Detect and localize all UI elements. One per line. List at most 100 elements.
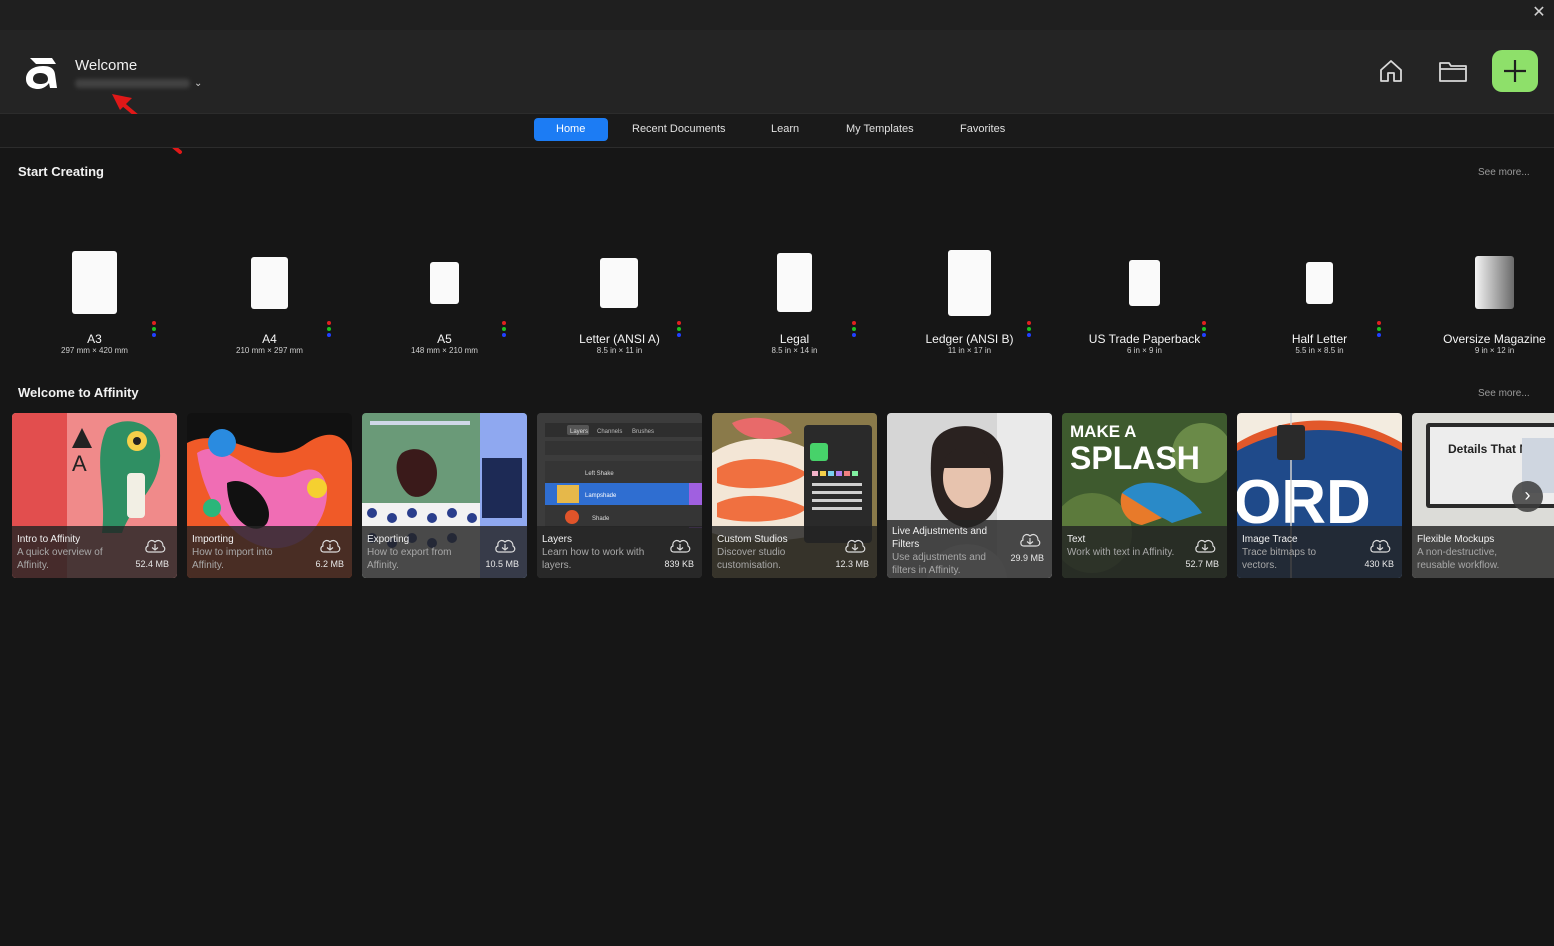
tab-recent-documents[interactable]: Recent Documents (610, 118, 748, 141)
tutorial-card-layers[interactable]: Layers Channels Brushes Left Shake Lamps… (537, 413, 702, 578)
tutorial-card-importing[interactable]: Importing How to import into Affinity. 6… (187, 413, 352, 578)
card-description: Use adjustments and filters in Affinity. (892, 552, 986, 576)
card-description: Work with text in Affinity. (1067, 547, 1175, 558)
preset-a3[interactable]: A3 297 mm × 420 mm (7, 240, 182, 360)
card-title: Importing (192, 534, 234, 545)
account-name-blurred (75, 79, 190, 88)
tutorial-card-image-trace[interactable]: ORD Image Trace Trace bitmaps to vectors… (1237, 413, 1402, 578)
preset-name: Letter (ANSI A) (579, 332, 660, 346)
card-title: Live Adjustments and Filters (892, 526, 988, 550)
open-folder-button[interactable] (1430, 50, 1476, 92)
preset-name: Half Letter (1291, 332, 1348, 346)
tab-bar: Home Recent Documents Learn My Templates… (0, 114, 1554, 148)
card-title: Exporting (367, 534, 410, 545)
page-thumbnail (777, 253, 812, 312)
download-size: 52.7 MB (1185, 559, 1219, 569)
layers-tab-label: Layers (570, 429, 588, 435)
card-info-panel: Text Work with text in Affinity. 52.7 MB (1062, 526, 1227, 578)
card-title: Text (1067, 534, 1086, 545)
preset-dims: 9 in × 12 in (1474, 346, 1515, 355)
preset-ledger-ansi-b[interactable]: Ledger (ANSI B) 11 in × 17 in (882, 240, 1057, 360)
cloud-download-icon[interactable] (1193, 538, 1217, 554)
affinity-logo (26, 58, 57, 89)
preset-us-trade-paperback[interactable]: US Trade Paperback 6 in × 9 in (1057, 240, 1232, 360)
page-thumbnail (948, 250, 991, 316)
page-thumbnail (600, 258, 638, 308)
card-title: Flexible Mockups (1417, 534, 1495, 545)
cloud-download-icon[interactable] (1368, 538, 1392, 554)
download-size: 29.9 MB (1010, 553, 1044, 563)
page-thumbnail (1306, 262, 1333, 304)
cloud-download-icon[interactable] (668, 538, 692, 554)
download-size: 12.3 MB (835, 559, 869, 569)
card-info-panel: Live Adjustments and Filters Use adjustm… (887, 520, 1052, 578)
card-info-panel: Intro to Affinity A quick overview of Af… (12, 526, 177, 578)
layer-row-label: Lampshade (585, 493, 617, 499)
card-description: Trace bitmaps to vectors. (1242, 547, 1317, 571)
cloud-download-icon[interactable] (143, 538, 167, 554)
preset-name: Legal (779, 332, 810, 346)
chevron-right-icon: › (1524, 485, 1531, 505)
preset-a4[interactable]: A4 210 mm × 297 mm (182, 240, 357, 360)
preset-dims: 8.5 in × 14 in (771, 346, 818, 355)
download-size: 839 KB (664, 559, 694, 569)
tab-my-templates[interactable]: My Templates (824, 118, 936, 141)
start-creating-see-more-link[interactable]: See more... (1478, 167, 1530, 178)
layer-row-label: Left Shake (585, 471, 614, 477)
card-info-panel: Image Trace Trace bitmaps to vectors. 43… (1237, 526, 1402, 578)
preset-dims: 210 mm × 297 mm (236, 346, 303, 355)
brushes-tab-label: Brushes (632, 429, 654, 435)
layer-row-label: Shade (592, 516, 610, 522)
page-thumbnail (72, 251, 117, 314)
tutorial-card-text[interactable]: MAKE A SPLASH Text Work with text in Aff… (1062, 413, 1227, 578)
download-size: 430 KB (1364, 559, 1394, 569)
preset-letter-ansi-a[interactable]: Letter (ANSI A) 8.5 in × 11 in (532, 240, 707, 360)
home-button[interactable] (1368, 50, 1414, 92)
card-title: Image Trace (1242, 534, 1298, 545)
card-info-panel: Exporting How to export from Affinity. 1… (362, 526, 527, 578)
home-icon (1380, 60, 1402, 82)
card-info-panel: Custom Studios Discover studio customisa… (712, 526, 877, 578)
tutorial-card-custom-studios[interactable]: Custom Studios Discover studio customisa… (712, 413, 877, 578)
preset-dims: 297 mm × 420 mm (61, 346, 128, 355)
chevron-down-icon[interactable]: ⌄ (194, 78, 202, 89)
card-description: A non-destructive, reusable workflow. (1417, 547, 1500, 571)
download-size: 10.5 MB (485, 559, 519, 569)
page-thumbnail (1475, 256, 1514, 309)
tab-learn[interactable]: Learn (749, 118, 821, 141)
preset-oversize-magazine[interactable]: Oversize Magazine 9 in × 12 in (1407, 240, 1554, 360)
card-description: A quick overview of Affinity. (17, 547, 103, 571)
card-title: Intro to Affinity (17, 534, 81, 545)
preset-dims: 11 in × 17 in (947, 346, 992, 355)
preset-dims: 8.5 in × 11 in (596, 346, 643, 355)
card-title: Layers (542, 534, 573, 545)
splash-line2: SPLASH (1070, 440, 1200, 476)
tutorial-card-live-adjustments[interactable]: Live Adjustments and Filters Use adjustm… (887, 413, 1052, 578)
preset-legal[interactable]: Legal 8.5 in × 14 in (707, 240, 882, 360)
preset-name: Ledger (ANSI B) (925, 332, 1014, 346)
page-thumbnail (1129, 260, 1160, 306)
preset-dims: 5.5 in × 8.5 in (1295, 346, 1344, 355)
preset-a5[interactable]: A5 148 mm × 210 mm (357, 240, 532, 360)
cloud-download-icon[interactable] (493, 538, 517, 554)
close-icon[interactable]: ✕ (1530, 4, 1548, 22)
tutorial-card-intro[interactable]: A Intro to Affinity A quick overview of … (12, 413, 177, 578)
cloud-download-icon[interactable] (1018, 532, 1042, 548)
card-description: Discover studio customisation. (717, 547, 786, 571)
tab-home[interactable]: Home (534, 118, 608, 141)
preset-half-letter[interactable]: Half Letter 5.5 in × 8.5 in (1232, 240, 1407, 360)
cloud-download-icon[interactable] (318, 538, 342, 554)
card-info-panel: Flexible Mockups A non-destructive, reus… (1412, 526, 1554, 578)
welcome-see-more-link[interactable]: See more... (1478, 388, 1530, 399)
tutorial-card-exporting[interactable]: Exporting How to export from Affinity. 1… (362, 413, 527, 578)
preset-name: A4 (262, 332, 277, 346)
carousel-next-button[interactable]: › (1512, 481, 1543, 512)
page-thumbnail (251, 257, 288, 309)
new-document-button[interactable] (1492, 50, 1538, 92)
page-thumbnail (430, 262, 459, 304)
preset-name: Oversize Magazine (1443, 332, 1546, 346)
card-title: Custom Studios (717, 534, 788, 545)
cloud-download-icon[interactable] (843, 538, 867, 554)
download-size: 52.4 MB (135, 559, 169, 569)
tab-favorites[interactable]: Favorites (938, 118, 1027, 141)
